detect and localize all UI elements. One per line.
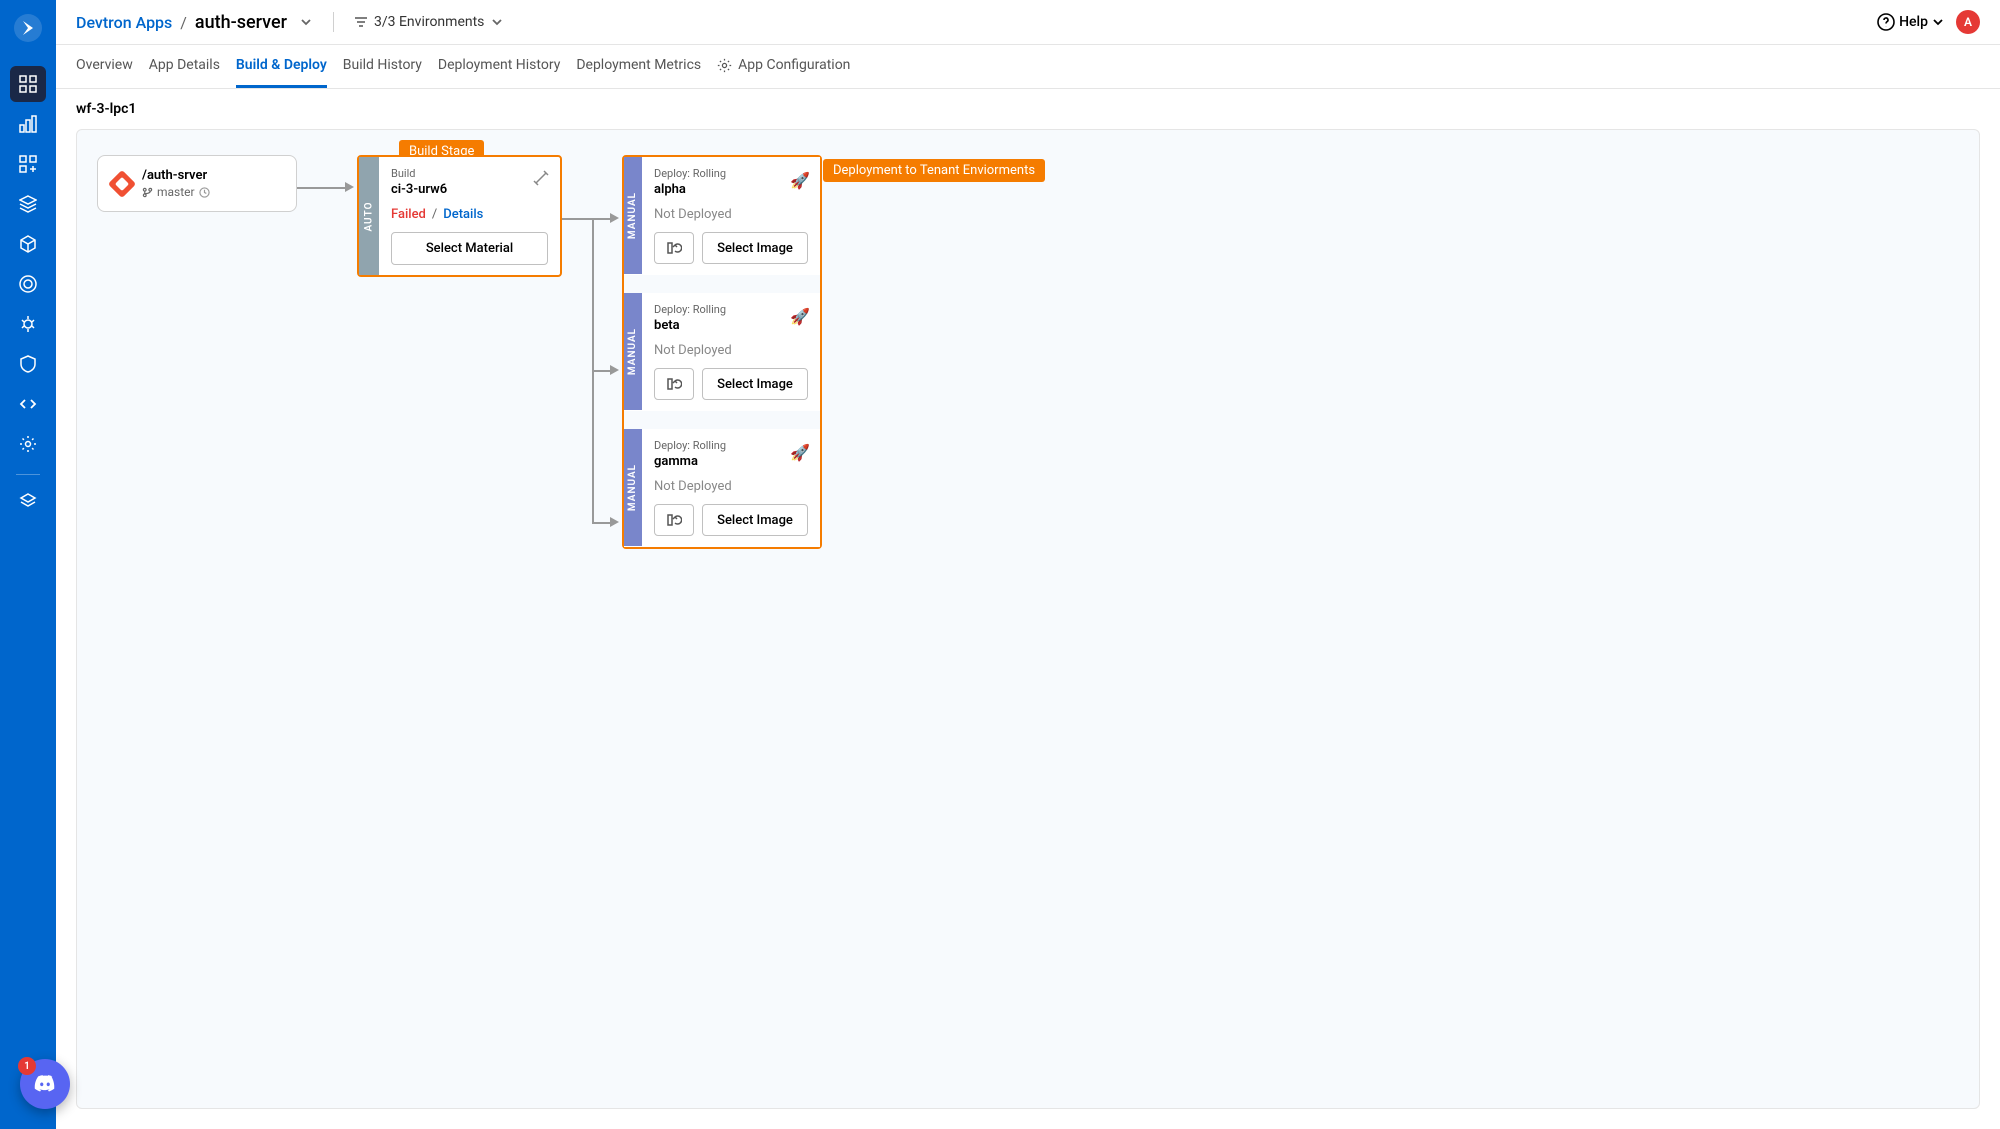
deploy-status: Not Deployed (654, 207, 808, 222)
arrow-head-icon (345, 182, 354, 192)
build-tool-icon (532, 169, 550, 187)
deploy-status: Not Deployed (654, 343, 808, 358)
filter-icon (354, 15, 368, 29)
source-repo-name: /auth-srver (142, 168, 210, 183)
git-icon (108, 169, 136, 197)
select-image-button[interactable]: Select Image (702, 504, 808, 536)
breadcrumb-current: auth-server (195, 12, 287, 33)
rocket-icon: 🚀 (790, 443, 810, 462)
sidebar-divider (16, 474, 40, 475)
breadcrumb-separator: / (180, 13, 187, 32)
cd-pipeline-card-beta: MANUAL 🚀 Deploy: Rolling beta Not Deploy… (624, 293, 820, 411)
deploy-strategy-label: Deploy: Rolling (654, 167, 808, 180)
arrow-head-icon (610, 213, 619, 223)
select-image-button[interactable]: Select Image (702, 368, 808, 400)
connector-line (592, 522, 612, 524)
connector-line (592, 370, 612, 372)
help-label: Help (1899, 14, 1928, 30)
nav-cube-icon[interactable] (10, 226, 46, 262)
connector-line (297, 187, 347, 189)
workflow-canvas: /auth-srver master Build Stage AUTO Buil… (76, 129, 1980, 1109)
rollback-button[interactable] (654, 368, 694, 400)
discord-fab[interactable]: 1 (20, 1059, 70, 1109)
nav-shield-icon[interactable] (10, 346, 46, 382)
nav-settings-icon[interactable] (10, 426, 46, 462)
source-branch: master (142, 185, 210, 199)
sidebar (0, 0, 56, 1129)
arrow-head-icon (610, 517, 619, 527)
ci-label: Build (391, 167, 548, 180)
deploy-stage-label: Deployment to Tenant Enviorments (823, 159, 1045, 182)
header-divider (333, 12, 334, 32)
env-filter-text: 3/3 Environments (374, 14, 484, 30)
nav-chart-icon[interactable] (10, 106, 46, 142)
chevron-down-icon (490, 15, 504, 29)
user-avatar[interactable]: A (1956, 10, 1980, 34)
help-button[interactable]: Help (1877, 13, 1944, 31)
chevron-down-icon (1932, 16, 1944, 28)
arrow-head-icon (610, 365, 619, 375)
tab-overview[interactable]: Overview (76, 45, 133, 88)
ci-pipeline-card: AUTO Build ci-3-urw6 Failed / Details Se… (357, 155, 562, 277)
ci-trigger-mode: AUTO (359, 157, 379, 275)
cd-pipeline-group: MANUAL 🚀 Deploy: Rolling alpha Not Deplo… (622, 155, 822, 549)
discord-icon (32, 1071, 58, 1097)
rollback-icon (666, 240, 682, 256)
cd-trigger-mode: MANUAL (624, 293, 642, 410)
environment-filter[interactable]: 3/3 Environments (354, 14, 504, 30)
rocket-icon: 🚀 (790, 307, 810, 326)
help-icon (1877, 13, 1895, 31)
tab-build-history[interactable]: Build History (343, 45, 422, 88)
notification-badge: 1 (18, 1057, 36, 1075)
nav-bug-icon[interactable] (10, 306, 46, 342)
nav-stack-icon[interactable] (10, 186, 46, 222)
select-material-button[interactable]: Select Material (391, 232, 548, 265)
tab-app-details[interactable]: App Details (149, 45, 220, 88)
cd-pipeline-card-gamma: MANUAL 🚀 Deploy: Rolling gamma Not Deplo… (624, 429, 820, 547)
tab-app-configuration[interactable]: App Configuration (717, 45, 850, 88)
cd-trigger-mode: MANUAL (624, 429, 642, 546)
status-separator: / (432, 207, 437, 222)
cd-pipeline-card-alpha: MANUAL 🚀 Deploy: Rolling alpha Not Deplo… (624, 157, 820, 275)
connector-line (562, 218, 592, 220)
rollback-icon (666, 376, 682, 392)
rollback-icon (666, 512, 682, 528)
ci-details-link[interactable]: Details (443, 207, 483, 222)
app-tabs: Overview App Details Build & Deploy Buil… (56, 45, 2000, 89)
gear-icon (717, 58, 732, 73)
app-selector-chevron-icon[interactable] (299, 15, 313, 29)
clock-icon (199, 187, 210, 198)
nav-applications-icon[interactable] (10, 66, 46, 102)
deploy-strategy-label: Deploy: Rolling (654, 303, 808, 316)
env-name-alpha: alpha (654, 182, 808, 197)
tab-app-configuration-label: App Configuration (738, 57, 850, 73)
tab-deployment-metrics[interactable]: Deployment Metrics (576, 45, 701, 88)
source-material-card[interactable]: /auth-srver master (97, 155, 297, 212)
workflow-name: wf-3-lpc1 (56, 89, 2000, 129)
nav-add-app-icon[interactable] (10, 146, 46, 182)
deploy-status: Not Deployed (654, 479, 808, 494)
deploy-strategy-label: Deploy: Rolling (654, 439, 808, 452)
ci-status: Failed (391, 207, 426, 222)
breadcrumb-root[interactable]: Devtron Apps (76, 13, 172, 32)
cd-trigger-mode: MANUAL (624, 157, 642, 274)
branch-icon (142, 187, 153, 198)
env-name-gamma: gamma (654, 454, 808, 469)
nav-code-icon[interactable] (10, 386, 46, 422)
app-logo[interactable] (10, 10, 46, 46)
rollback-button[interactable] (654, 504, 694, 536)
tab-deployment-history[interactable]: Deployment History (438, 45, 560, 88)
rollback-button[interactable] (654, 232, 694, 264)
select-image-button[interactable]: Select Image (702, 232, 808, 264)
rocket-icon: 🚀 (790, 171, 810, 190)
nav-target-icon[interactable] (10, 266, 46, 302)
nav-layers-icon[interactable] (10, 483, 46, 519)
tab-build-deploy[interactable]: Build & Deploy (236, 45, 327, 88)
header: Devtron Apps / auth-server 3/3 Environme… (56, 0, 2000, 45)
ci-pipeline-name: ci-3-urw6 (391, 182, 548, 197)
connector-line (592, 218, 612, 220)
env-name-beta: beta (654, 318, 808, 333)
